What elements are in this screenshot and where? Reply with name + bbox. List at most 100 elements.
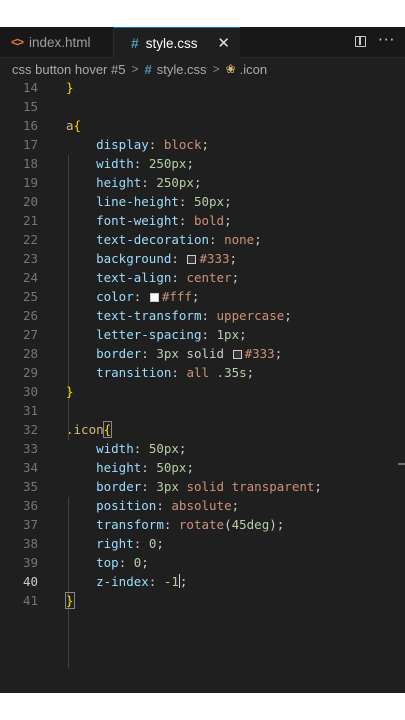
line-number: 20: [22, 194, 38, 209]
line-number: 27: [22, 327, 38, 342]
breadcrumb-file[interactable]: style.css: [157, 62, 207, 77]
line-number: 36: [22, 498, 38, 513]
code-line[interactable]: 29 transition: all .35s;: [0, 364, 405, 383]
close-icon[interactable]: ✕: [217, 34, 230, 52]
color-swatch[interactable]: [149, 293, 159, 302]
code-line[interactable]: 15: [0, 98, 405, 117]
code-line[interactable]: 23 background: #333;: [0, 250, 405, 269]
code-text: display: block;: [96, 137, 210, 152]
line-number: 34: [22, 460, 38, 475]
code-text: width: 250px;: [96, 156, 194, 171]
code-line[interactable]: 39 top: 0;: [0, 554, 405, 573]
code-line[interactable]: 32 .icon{: [0, 421, 405, 440]
line-number: 17: [22, 137, 38, 152]
code-line[interactable]: 27 letter-spacing: 1px;: [0, 326, 405, 345]
code-text: height: 50px;: [96, 460, 194, 475]
symbol-class-icon: ❀: [225, 62, 236, 76]
tab-index-html[interactable]: <> index.html: [0, 27, 114, 57]
line-number: 21: [22, 213, 38, 228]
css-file-icon: #: [131, 35, 139, 51]
code-line[interactable]: 21 font-weight: bold;: [0, 212, 405, 231]
line-number: 25: [22, 289, 38, 304]
code-line[interactable]: 34 height: 50px;: [0, 459, 405, 478]
tab-style-css[interactable]: # style.css ✕: [114, 27, 240, 58]
line-number: 29: [22, 365, 38, 380]
line-number: 15: [22, 99, 38, 114]
code-line[interactable]: 17 display: block;: [0, 136, 405, 155]
line-number: 38: [22, 536, 38, 551]
line-number: 18: [22, 156, 38, 171]
code-line[interactable]: 38 right: 0;: [0, 535, 405, 554]
code-line[interactable]: 40 z-index: -1;: [0, 573, 405, 592]
code-text: background: #333;: [96, 251, 238, 266]
line-number: 37: [22, 517, 38, 532]
breadcrumb-symbol[interactable]: .icon: [240, 62, 267, 77]
chevron-right-icon: >: [131, 62, 139, 76]
code-text: border: 3px solid #333;: [96, 346, 283, 361]
line-number: 33: [22, 441, 38, 456]
line-number: 23: [22, 251, 38, 266]
line-number: 24: [22, 270, 38, 285]
line-number: 41: [22, 593, 38, 608]
editor-window: <> index.html # style.css ✕ ··· css butt…: [0, 27, 405, 693]
color-swatch[interactable]: [187, 255, 197, 264]
code-line[interactable]: 14}: [0, 79, 405, 98]
color-swatch[interactable]: [232, 350, 242, 359]
more-actions-icon[interactable]: ···: [378, 31, 395, 49]
code-line[interactable]: 24 text-align: center;: [0, 269, 405, 288]
line-number: 40: [22, 574, 38, 589]
line-number: 32: [22, 422, 38, 437]
code-text: text-transform: uppercase;: [96, 308, 292, 323]
code-text: }: [66, 384, 74, 399]
line-number: 35: [22, 479, 38, 494]
code-line[interactable]: 28 border: 3px solid #333;: [0, 345, 405, 364]
tab-bar: <> index.html # style.css ✕ ···: [0, 27, 405, 58]
code-line[interactable]: 25 color: #fff;: [0, 288, 405, 307]
split-editor-icon[interactable]: [355, 36, 366, 47]
code-text: text-align: center;: [96, 270, 240, 285]
tab-label: style.css: [145, 35, 198, 51]
css-file-icon: #: [144, 61, 152, 77]
code-text: transition: all .35s;: [96, 365, 255, 380]
html-file-icon: <>: [11, 35, 24, 49]
code-line[interactable]: 35 border: 3px solid transparent;: [0, 478, 405, 497]
line-number: 14: [22, 80, 38, 95]
code-line[interactable]: 36 position: absolute;: [0, 497, 405, 516]
code-line[interactable]: 37 transform: rotate(45deg);: [0, 516, 405, 535]
code-line[interactable]: 33 width: 50px;: [0, 440, 405, 459]
code-line[interactable]: 41}: [0, 592, 405, 611]
code-text: z-index: -1;: [96, 574, 188, 589]
line-number: 16: [22, 118, 38, 133]
breadcrumb: css button hover #5 > # style.css > ❀ .i…: [0, 58, 405, 80]
code-text: top: 0;: [96, 555, 149, 570]
code-line[interactable]: 19 height: 250px;: [0, 174, 405, 193]
code-text: color: #fff;: [96, 289, 200, 304]
chevron-right-icon: >: [212, 62, 220, 76]
code-text: right: 0;: [96, 536, 164, 551]
code-text: a{: [66, 118, 82, 133]
code-line[interactable]: 31: [0, 402, 405, 421]
code-line[interactable]: 30}: [0, 383, 405, 402]
code-text: position: absolute;: [96, 498, 240, 513]
line-number: 19: [22, 175, 38, 190]
code-line[interactable]: 22 text-decoration: none;: [0, 231, 405, 250]
line-number: 26: [22, 308, 38, 323]
line-number: 22: [22, 232, 38, 247]
code-text: }: [66, 80, 74, 95]
code-line[interactable]: 20 line-height: 50px;: [0, 193, 405, 212]
line-number: 39: [22, 555, 38, 570]
breadcrumb-folder[interactable]: css button hover #5: [12, 62, 125, 77]
code-line[interactable]: 26 text-transform: uppercase;: [0, 307, 405, 326]
code-line[interactable]: 18 width: 250px;: [0, 155, 405, 174]
code-text: height: 250px;: [96, 175, 202, 190]
line-number: 30: [22, 384, 38, 399]
code-text: width: 50px;: [96, 441, 187, 456]
code-text: text-decoration: none;: [96, 232, 262, 247]
code-text: border: 3px solid transparent;: [96, 479, 322, 494]
line-number: 28: [22, 346, 38, 361]
code-text: transform: rotate(45deg);: [96, 517, 285, 532]
code-line[interactable]: 16 a{: [0, 117, 405, 136]
code-editor[interactable]: 14} 15 16 a{17 display: block; 18 width: 250…: [0, 79, 405, 679]
code-text: font-weight: bold;: [96, 213, 232, 228]
code-text: }: [65, 592, 75, 609]
